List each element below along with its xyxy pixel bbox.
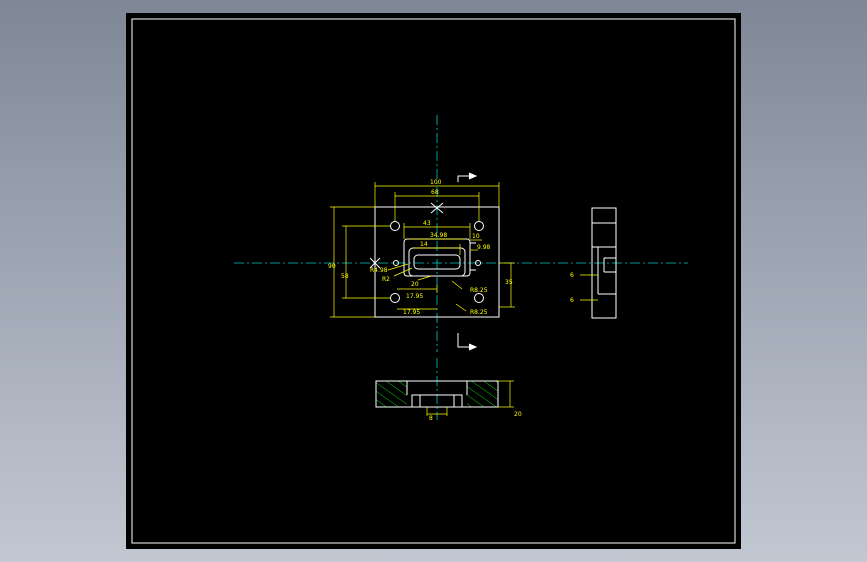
- centerlines: [234, 115, 688, 420]
- mounting-hole: [390, 221, 400, 231]
- dim-r825-upper: R8.25: [470, 287, 488, 294]
- dim-r825-lower: R8.25: [470, 309, 488, 316]
- dim-center-20: 20: [411, 281, 419, 288]
- dim-side-6-upper: 6: [570, 272, 574, 279]
- dim-overall-height: 90: [328, 263, 336, 270]
- dim-1795-lower: 17.95: [403, 309, 420, 316]
- dim-inner-width: 34.98: [430, 232, 447, 239]
- dimension-labels: 100 68 43 34.98 14 10 9.98 90 58 35 R4.9…: [328, 179, 574, 422]
- dim-hole-spacing: 68: [431, 189, 439, 196]
- mounting-hole: [474, 221, 484, 231]
- dim-inner-slot: 14: [420, 241, 428, 248]
- cad-drawing: 100 68 43 34.98 14 10 9.98 90 58 35 R4.9…: [131, 18, 736, 544]
- dim-right-small: 10: [472, 233, 480, 240]
- drawing-border: [131, 18, 736, 544]
- dim-1795-upper: 17.95: [406, 293, 423, 300]
- dim-thickness-20: 20: [514, 411, 522, 418]
- section-hatch-right: [467, 381, 498, 407]
- mounting-hole: [390, 293, 400, 303]
- dim-radius-left: R4.98: [370, 267, 388, 274]
- section-hatch-left: [376, 381, 407, 407]
- dim-hole-vert: 58: [341, 273, 349, 280]
- dim-depth-8: 8: [429, 415, 433, 422]
- dim-overall-width: 100: [430, 179, 442, 186]
- dim-radius-r2: R2: [382, 276, 390, 283]
- dim-right-small2: 9.98: [477, 244, 491, 251]
- dim-side-6-lower: 6: [570, 297, 574, 304]
- dim-slot-width: 43: [423, 220, 431, 227]
- section-marks: [457, 172, 478, 351]
- dim-offset-right: 35: [505, 279, 513, 286]
- mounting-hole: [474, 293, 484, 303]
